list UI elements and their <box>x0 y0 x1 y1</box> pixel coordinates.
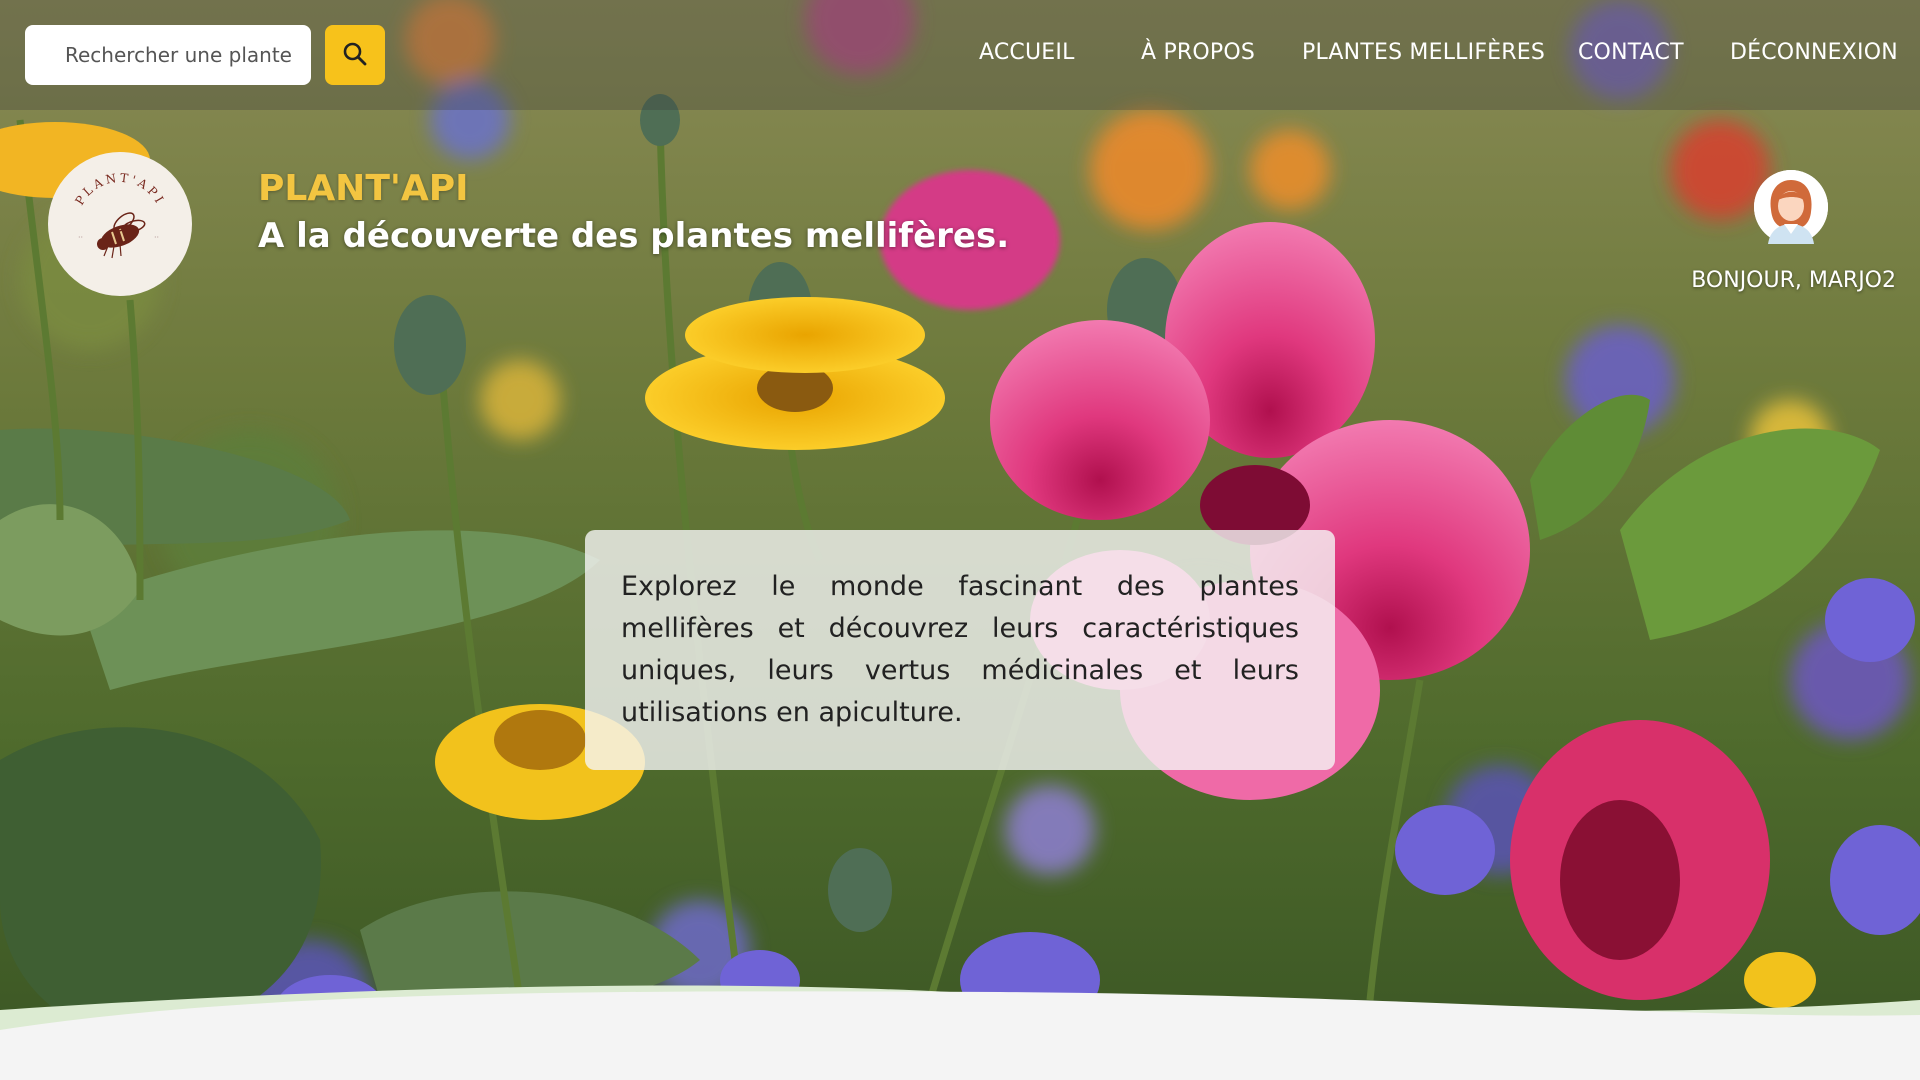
avatar-icon <box>1754 170 1828 244</box>
bee-icon <box>97 212 146 259</box>
site-title: PLANT'API <box>258 168 469 209</box>
nav-deconnexion[interactable]: DÉCONNEXION <box>1730 40 1898 65</box>
nav-accueil[interactable]: ACCUEIL <box>979 40 1075 65</box>
intro-card: Explorez le monde fascinant des plantes … <box>585 530 1335 770</box>
site-tagline: A la découverte des plantes mellifères. <box>258 216 1010 256</box>
bottom-wave-divider <box>0 985 1920 1080</box>
svg-text:··: ·· <box>154 233 159 242</box>
user-greeting: BONJOUR, MARJO2 <box>1691 268 1896 293</box>
nav-contact[interactable]: CONTACT <box>1578 40 1684 65</box>
nav-plantes-melliferes[interactable]: PLANTES MELLIFÈRES <box>1302 40 1545 65</box>
logo-text: PLANT'API <box>72 171 164 208</box>
user-avatar[interactable] <box>1754 170 1828 244</box>
nav-a-propos[interactable]: À PROPOS <box>1141 40 1255 65</box>
intro-text: Explorez le monde fascinant des plantes … <box>621 571 1299 728</box>
main-nav: ACCUEIL À PROPOS PLANTES MELLIFÈRES CONT… <box>0 40 1920 74</box>
plantapi-logo[interactable]: PLANT'API ·· ·· <box>48 152 192 296</box>
svg-text:··: ·· <box>78 233 83 242</box>
svg-text:PLANT'API: PLANT'API <box>72 171 167 208</box>
